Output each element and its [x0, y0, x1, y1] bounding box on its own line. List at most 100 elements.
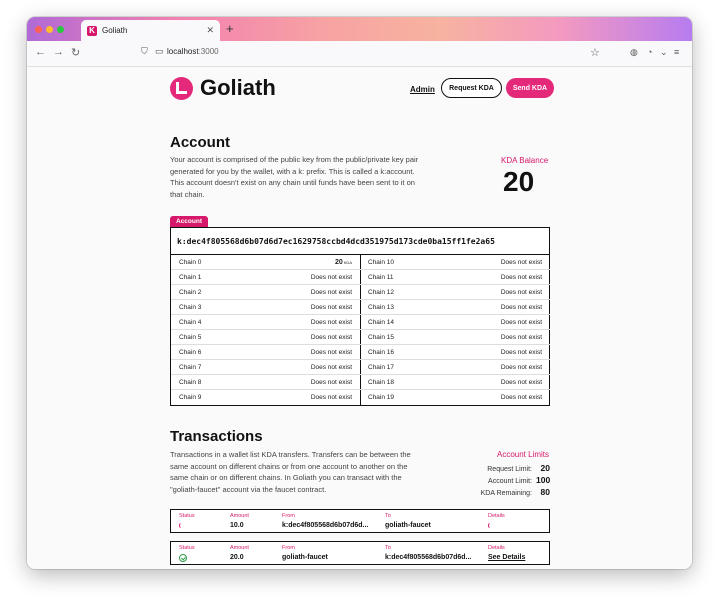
tx-status-cell: Status	[179, 545, 195, 562]
chain-name: Chain 1	[179, 273, 202, 281]
tx-amount-label: Amount	[230, 513, 249, 519]
request-kda-button[interactable]: Request KDA	[441, 78, 502, 98]
chain-status-value: Does not exist	[500, 318, 542, 326]
new-tab-icon[interactable]: +	[226, 21, 234, 36]
chain-status: Does not exist	[501, 289, 542, 296]
chain-status: Does not exist	[501, 259, 542, 266]
tx-details-cell: Details See Details	[488, 545, 525, 561]
chain-status: Does not exist	[311, 304, 352, 311]
chain-status-value: Does not exist	[500, 363, 542, 371]
chain-status: 20KDA	[335, 259, 352, 266]
chain-name: Chain 12	[368, 288, 395, 296]
extension-icon[interactable]: ◍	[630, 47, 638, 58]
chain-status: Does not exist	[311, 334, 352, 341]
browser-tab[interactable]: K Goliath ✕	[81, 20, 220, 41]
chain-status-value: Does not exist	[500, 348, 542, 356]
chain-row: Chain 11 Does not exist	[360, 270, 550, 285]
chain-name: Chain 2	[179, 288, 202, 296]
spinner-icon	[488, 522, 495, 529]
account-limit: Account Limit: 100	[460, 475, 550, 485]
shield-icon[interactable]: ⛉	[141, 46, 148, 57]
forward-icon[interactable]: →	[53, 46, 64, 58]
page-icon[interactable]: ▭	[155, 46, 164, 57]
chain-name: Chain 4	[179, 318, 202, 326]
transaction-row[interactable]: Status Amount 10.0 From k:dec4f805568d6b07d6…	[170, 509, 550, 533]
chain-status: Does not exist	[311, 379, 352, 386]
chain-status: Does not exist	[501, 349, 542, 356]
chain-status: Does not exist	[311, 394, 352, 401]
close-window-button[interactable]	[35, 26, 42, 33]
tx-status-label: Status	[179, 513, 195, 519]
chain-status-value: Does not exist	[310, 303, 352, 311]
chain-status-value: 20	[334, 258, 343, 266]
account-description: Your account is comprised of the public …	[170, 155, 419, 199]
chevron-down-icon[interactable]: ⌄	[660, 47, 668, 58]
chain-status-value: Does not exist	[500, 258, 542, 266]
chain-row: Chain 17 Does not exist	[360, 360, 550, 375]
chain-row: Chain 1 Does not exist	[171, 270, 360, 285]
send-kda-button[interactable]: Send KDA	[506, 78, 554, 98]
tx-from-label: From	[282, 513, 295, 519]
see-details-link[interactable]: See Details	[488, 554, 525, 561]
chain-name: Chain 15	[368, 333, 395, 341]
kda-remaining-label: KDA Remaining:	[480, 490, 532, 497]
chain-status-value: Does not exist	[310, 394, 352, 401]
chain-row: Chain 8 Does not exist	[171, 375, 360, 390]
browser-window: K Goliath ✕ + ← → ↻ ⛉ ▭ localhost:3000 ☆…	[27, 17, 692, 569]
chain-status-value: Does not exist	[500, 394, 542, 401]
bookmark-star-icon[interactable]: ☆	[590, 46, 600, 59]
transactions-description: Transactions in a wallet list KDA transf…	[170, 450, 411, 494]
chain-row: Chain 4 Does not exist	[171, 315, 360, 330]
site-header: Goliath Admin Request KDA Send KDA	[170, 75, 554, 105]
account-icon[interactable]: ◔	[647, 47, 652, 57]
url-host: localhost	[167, 47, 199, 56]
chain-row: Chain 5 Does not exist	[171, 330, 360, 345]
tx-status-label: Status	[179, 545, 195, 551]
menu-icon[interactable]: ≡	[674, 47, 679, 57]
tx-details-label: Details	[488, 513, 505, 519]
account-address[interactable]: k:dec4f805568d6b07d6d7ec1629758ccbd4dcd3…	[170, 227, 550, 255]
favicon-icon: K	[87, 25, 97, 36]
chain-status-value: Does not exist	[310, 318, 352, 326]
minimize-window-button[interactable]	[46, 26, 53, 33]
chain-name: Chain 6	[179, 348, 202, 356]
tx-details-label: Details	[488, 545, 505, 551]
check-circle-icon	[179, 554, 187, 562]
chain-status-value: Does not exist	[500, 333, 542, 341]
chain-status: Does not exist	[311, 274, 352, 281]
chain-status: Does not exist	[501, 319, 542, 326]
chain-status: Does not exist	[311, 364, 352, 371]
reload-icon[interactable]: ↻	[71, 46, 80, 59]
close-tab-icon[interactable]: ✕	[206, 25, 214, 36]
transaction-row[interactable]: Status Amount 20.0 From goliath-faucet To k:de…	[170, 541, 550, 565]
request-limit: Request Limit: 20	[460, 463, 550, 473]
url-bar[interactable]: localhost:3000	[167, 47, 219, 56]
chain-status-value: Does not exist	[310, 288, 352, 296]
tx-from-cell: From goliath-faucet	[282, 545, 328, 561]
chain-row: Chain 6 Does not exist	[171, 345, 360, 360]
tx-amount-value: 10.0	[230, 522, 244, 529]
account-limit-value: 100	[536, 475, 551, 485]
kda-remaining-value: 80	[540, 487, 550, 497]
tab-title: Goliath	[102, 26, 128, 35]
chain-status: Does not exist	[311, 349, 352, 356]
chain-status-value: Does not exist	[500, 378, 542, 386]
chain-name: Chain 9	[179, 394, 202, 401]
chain-column-right: Chain 10 Does not exist Chain 11 Does not e…	[360, 255, 550, 405]
chain-name: Chain 10	[368, 258, 395, 266]
admin-link[interactable]: Admin	[410, 85, 435, 94]
chain-row: Chain 0 20KDA	[171, 255, 360, 270]
account-limit-label: Account Limit:	[488, 478, 532, 485]
tx-details-cell: Details	[488, 513, 505, 529]
chain-status-value: Does not exist	[310, 363, 352, 371]
tx-status-cell: Status	[179, 513, 195, 529]
back-icon[interactable]: ←	[35, 46, 46, 58]
browser-titlebar: K Goliath ✕ +	[27, 17, 692, 41]
chain-status: Does not exist	[501, 379, 542, 386]
chain-name: Chain 7	[179, 363, 202, 371]
kda-remaining: KDA Remaining: 80	[460, 487, 550, 497]
chain-name: Chain 14	[368, 318, 395, 326]
chain-status: Does not exist	[501, 394, 542, 401]
zoom-window-button[interactable]	[57, 26, 64, 33]
chain-status: Does not exist	[501, 334, 542, 341]
